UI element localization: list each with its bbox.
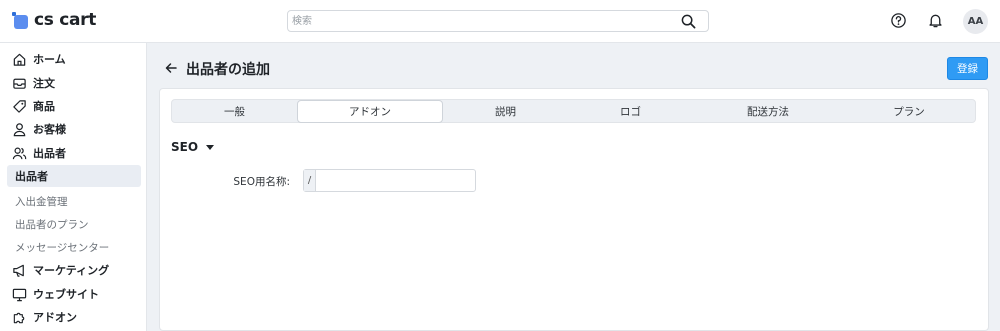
- sidebar-item-label: 注文: [33, 77, 55, 90]
- sidebar-item-label: 商品: [33, 100, 55, 113]
- sidebar-subitem-message-center[interactable]: メッセージセンター: [15, 240, 109, 255]
- sidebar-item-customers[interactable]: お客様: [7, 118, 141, 140]
- logo-text: cs cart: [34, 10, 97, 30]
- sidebar-item-website[interactable]: ウェブサイト: [7, 283, 141, 305]
- sidebar-subitem-vendor-plans[interactable]: 出品者のプラン: [15, 217, 89, 232]
- tab-description[interactable]: 説明: [443, 100, 568, 122]
- sidebar-item-label: アドオン: [33, 311, 77, 324]
- help-icon[interactable]: [890, 12, 907, 29]
- sidebar-subitem-payouts[interactable]: 入出金管理: [15, 194, 68, 209]
- caret-down-icon: [206, 144, 215, 150]
- sidebar-item-label: お客様: [33, 123, 66, 136]
- seo-name-field[interactable]: /: [303, 169, 476, 192]
- sidebar: ホーム 注文 商品 お客様 出品者 出品者 入出金管理 出品者のプラン メッセー…: [0, 43, 147, 331]
- sidebar-item-addons[interactable]: アドオン: [7, 306, 141, 328]
- seo-prefix: /: [304, 170, 316, 191]
- megaphone-icon: [12, 263, 27, 278]
- home-icon: [12, 52, 27, 67]
- sidebar-item-vendors[interactable]: 出品者: [7, 142, 141, 164]
- content-card: [159, 88, 989, 331]
- seo-section-toggle[interactable]: SEO: [171, 140, 215, 154]
- tab-shipping-methods[interactable]: 配送方法: [693, 100, 843, 122]
- sidebar-item-vendors-active[interactable]: 出品者: [7, 165, 141, 187]
- bell-icon[interactable]: [927, 12, 944, 29]
- tab-general[interactable]: 一般: [172, 100, 297, 122]
- seo-name-input[interactable]: [318, 172, 468, 189]
- logo[interactable]: cs cart: [12, 10, 96, 30]
- sidebar-item-label: 出品者: [15, 170, 48, 183]
- tab-plan[interactable]: プラン: [843, 100, 975, 122]
- seo-section-title: SEO: [171, 140, 199, 154]
- tab-bar: 一般 アドオン 説明 ロゴ 配送方法 プラン: [171, 99, 976, 123]
- sidebar-item-marketing[interactable]: マーケティング: [7, 259, 141, 281]
- page-title: 出品者の追加: [186, 62, 270, 78]
- sidebar-item-products[interactable]: 商品: [7, 95, 141, 117]
- sidebar-item-home[interactable]: ホーム: [7, 48, 141, 70]
- sidebar-item-label: ウェブサイト: [33, 288, 99, 301]
- avatar[interactable]: AA: [963, 9, 988, 34]
- logo-mark-icon: [12, 11, 29, 29]
- user-icon: [12, 122, 27, 137]
- sidebar-item-orders[interactable]: 注文: [7, 72, 141, 94]
- inbox-icon: [12, 76, 27, 91]
- search-box[interactable]: [287, 10, 709, 32]
- register-button[interactable]: 登録: [947, 57, 988, 80]
- seo-name-label: SEO用名称:: [233, 176, 290, 188]
- sidebar-item-label: ホーム: [33, 53, 66, 66]
- monitor-icon: [12, 287, 27, 302]
- sidebar-item-label: マーケティング: [33, 264, 110, 277]
- tag-icon: [12, 99, 27, 114]
- back-arrow-icon[interactable]: [164, 61, 178, 75]
- tab-addons[interactable]: アドオン: [297, 100, 443, 123]
- search-input[interactable]: [292, 13, 672, 29]
- tab-logo[interactable]: ロゴ: [568, 100, 693, 122]
- sidebar-item-label: 出品者: [33, 147, 66, 160]
- search-icon[interactable]: [681, 14, 696, 29]
- puzzle-icon: [12, 310, 27, 325]
- users-icon: [12, 146, 27, 161]
- top-bar: cs cart AA: [0, 0, 1000, 43]
